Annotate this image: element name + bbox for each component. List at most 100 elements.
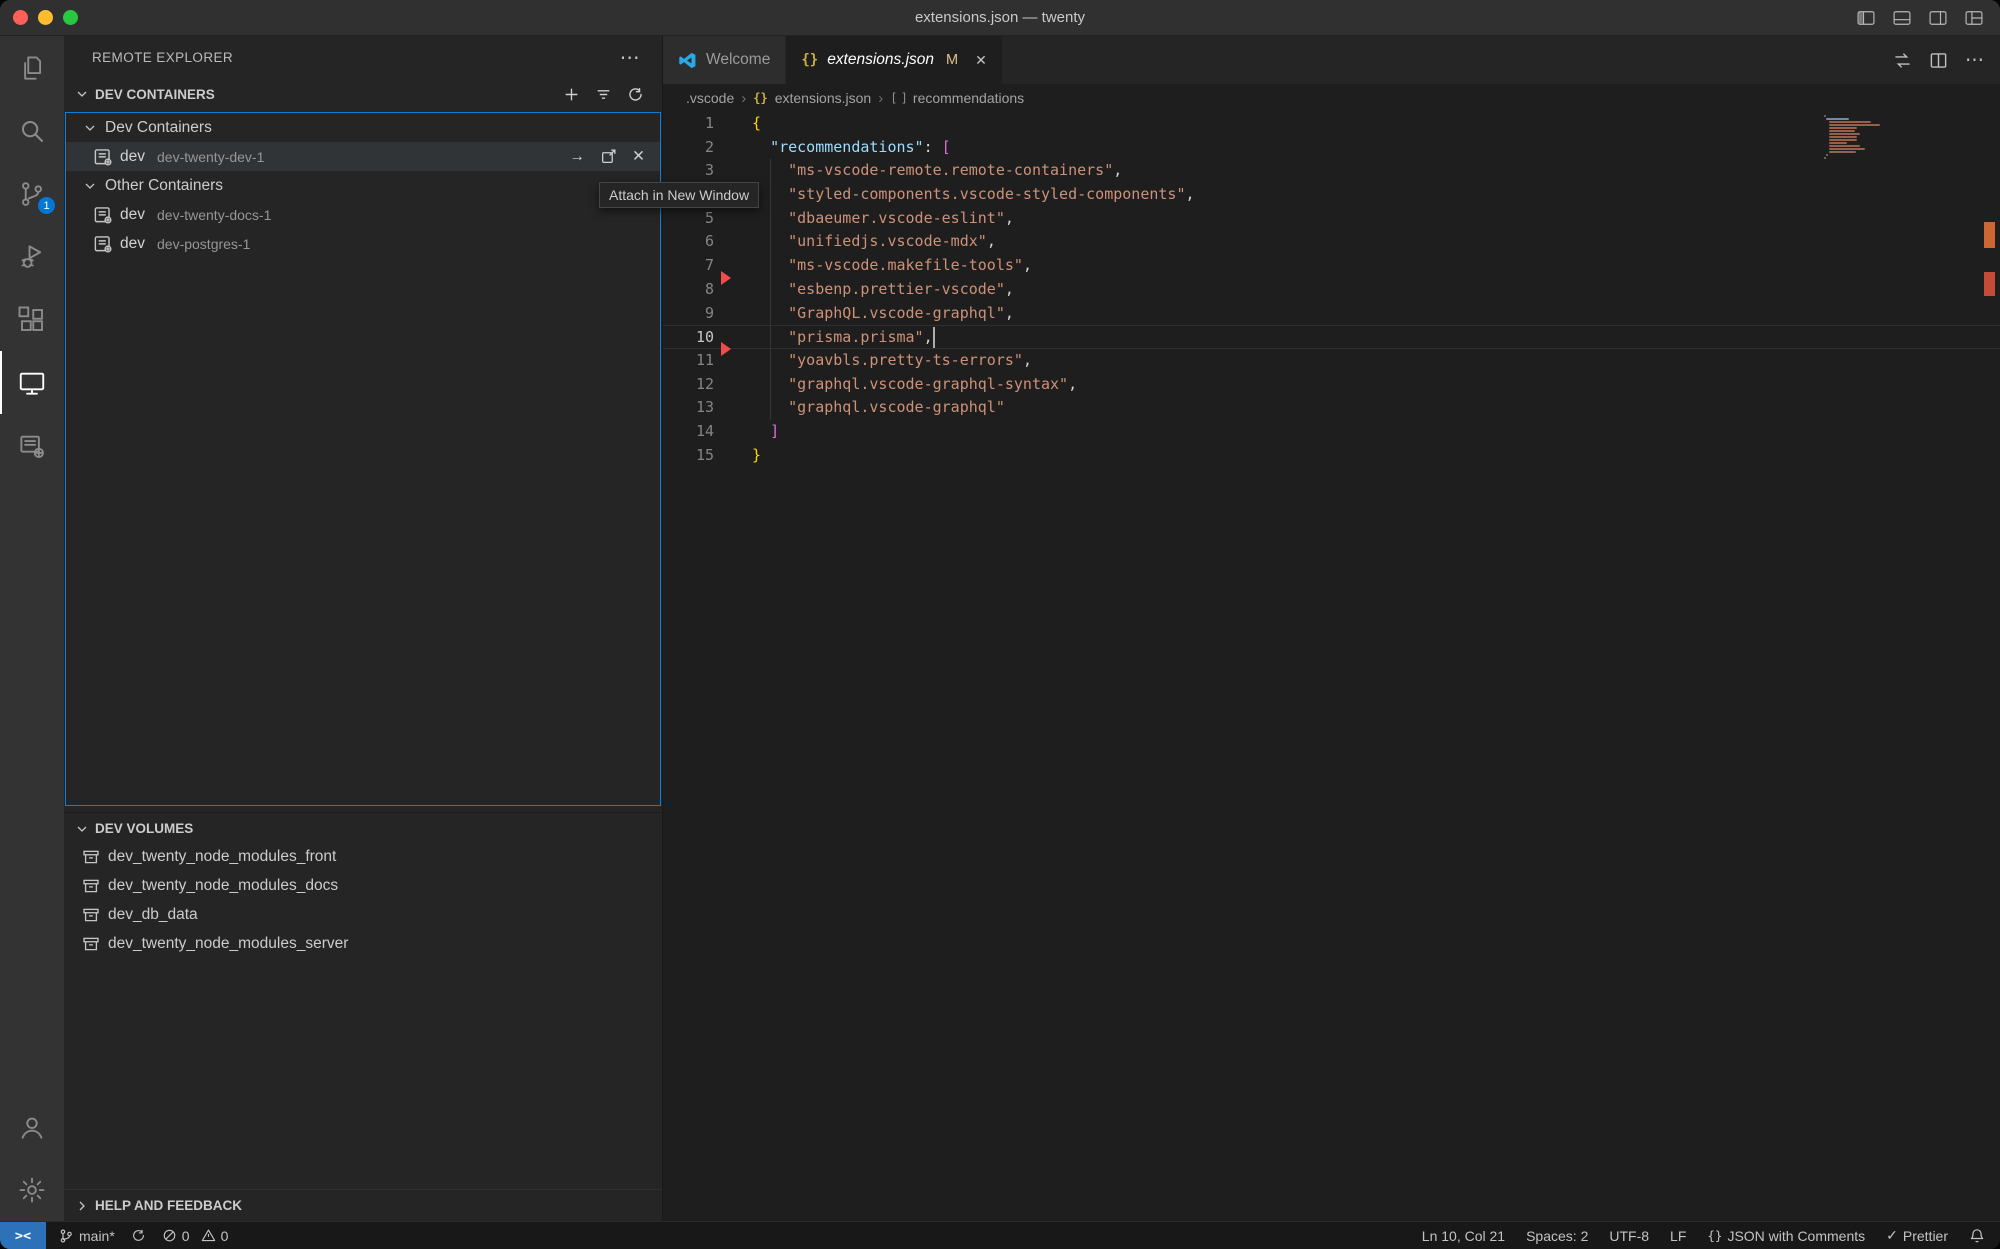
tab-extensions-json[interactable]: {} extensions.json M ✕ bbox=[786, 36, 1002, 84]
section-help-and-feedback[interactable]: HELP AND FEEDBACK bbox=[64, 1189, 662, 1221]
git-branch-item[interactable]: main* bbox=[58, 1228, 115, 1244]
breadcrumb-separator: › bbox=[878, 90, 883, 107]
code-line-1[interactable]: 1{ bbox=[663, 112, 2000, 136]
attach-new-window-icon[interactable] bbox=[600, 148, 617, 165]
volume-icon bbox=[82, 877, 100, 895]
section-actions bbox=[563, 86, 662, 103]
dev-volumes-list: dev_twenty_node_modules_front dev_twenty… bbox=[64, 842, 662, 958]
attach-current-window-icon[interactable]: → bbox=[570, 148, 586, 166]
open-changes-icon[interactable] bbox=[1893, 51, 1912, 70]
indentation-item[interactable]: Spaces: 2 bbox=[1526, 1228, 1588, 1244]
language-mode-item[interactable]: {} JSON with Comments bbox=[1707, 1228, 1865, 1244]
split-editor-icon[interactable] bbox=[1929, 51, 1948, 70]
account-icon[interactable] bbox=[0, 1095, 64, 1158]
breadcrumb-file[interactable]: extensions.json bbox=[775, 90, 872, 106]
volume-item[interactable]: dev_twenty_node_modules_docs bbox=[64, 871, 662, 900]
code-line-15[interactable]: 15} bbox=[663, 444, 2000, 468]
minimap-line bbox=[1829, 151, 1857, 153]
cursor-position[interactable]: Ln 10, Col 21 bbox=[1422, 1228, 1505, 1244]
status-bar: >< main* 0 0 Ln 10, Col 21 Spaces: 2 UTF… bbox=[0, 1221, 2000, 1249]
section-dev-containers[interactable]: DEV CONTAINERS bbox=[64, 78, 662, 110]
git-deleted-marker[interactable] bbox=[721, 271, 731, 285]
container-item-dev-twenty-dev-1[interactable]: dev dev-twenty-dev-1 → ✕ bbox=[66, 142, 660, 171]
search-icon[interactable] bbox=[0, 99, 64, 162]
status-left: main* 0 0 bbox=[58, 1228, 228, 1244]
volume-item[interactable]: dev_twenty_node_modules_server bbox=[64, 929, 662, 958]
code-line-7[interactable]: 7 "ms-vscode.makefile-tools", bbox=[663, 254, 2000, 278]
extensions-icon[interactable] bbox=[0, 288, 64, 351]
section-dev-containers-label: DEV CONTAINERS bbox=[95, 87, 215, 102]
breadcrumb-folder[interactable]: .vscode bbox=[686, 90, 734, 106]
encoding-item[interactable]: UTF-8 bbox=[1609, 1228, 1649, 1244]
line-number: 7 bbox=[663, 254, 714, 278]
volume-item[interactable]: dev_twenty_node_modules_front bbox=[64, 842, 662, 871]
minimap-line bbox=[1826, 118, 1849, 120]
json-file-icon: {} bbox=[801, 52, 818, 68]
settings-gear-icon[interactable] bbox=[0, 1158, 64, 1221]
refresh-icon[interactable] bbox=[627, 86, 644, 103]
run-debug-icon[interactable] bbox=[0, 225, 64, 288]
toggle-panel-icon[interactable] bbox=[1892, 8, 1912, 28]
more-actions-icon[interactable]: ⋯ bbox=[620, 45, 640, 70]
code-line-8[interactable]: 8 "esbenp.prettier-vscode", bbox=[663, 278, 2000, 302]
source-control-icon[interactable]: 1 bbox=[0, 162, 64, 225]
add-icon[interactable] bbox=[563, 86, 580, 103]
close-tab-icon[interactable]: ✕ bbox=[975, 52, 987, 69]
minimap-line bbox=[1829, 136, 1858, 138]
minimap-line bbox=[1829, 133, 1860, 135]
breadcrumb-symbol[interactable]: recommendations bbox=[913, 90, 1024, 106]
filter-icon[interactable] bbox=[595, 86, 612, 103]
line-number: 3 bbox=[663, 159, 714, 183]
code-line-14[interactable]: 14 ] bbox=[663, 420, 2000, 444]
minimap[interactable] bbox=[1824, 115, 1886, 160]
volume-item[interactable]: dev_db_data bbox=[64, 900, 662, 929]
code-line-9[interactable]: 9 "GraphQL.vscode-graphql", bbox=[663, 302, 2000, 326]
problems-item[interactable]: 0 0 bbox=[162, 1228, 229, 1244]
line-number: 10 bbox=[663, 326, 714, 348]
code-line-11[interactable]: 11 "yoavbls.pretty-ts-errors", bbox=[663, 349, 2000, 373]
eol-item[interactable]: LF bbox=[1670, 1228, 1686, 1244]
code-line-2[interactable]: 2 "recommendations": [ bbox=[663, 136, 2000, 160]
tree-group-other-containers[interactable]: Other Containers bbox=[66, 171, 660, 200]
chevron-right-icon bbox=[74, 1198, 90, 1214]
code-line-12[interactable]: 12 "graphql.vscode-graphql-syntax", bbox=[663, 373, 2000, 397]
notifications-bell-icon[interactable] bbox=[1969, 1228, 1985, 1244]
remove-container-icon[interactable]: ✕ bbox=[632, 147, 645, 166]
section-help-label: HELP AND FEEDBACK bbox=[95, 1198, 242, 1213]
sync-icon[interactable] bbox=[131, 1228, 146, 1243]
toggle-sidebar-icon[interactable] bbox=[1856, 8, 1876, 28]
code-line-10[interactable]: 10 "prisma.prisma", bbox=[663, 325, 2000, 349]
formatter-item[interactable]: ✓ Prettier bbox=[1886, 1227, 1948, 1244]
container-item-dev-twenty-docs-1[interactable]: dev dev-twenty-docs-1 bbox=[66, 200, 660, 229]
code-line-13[interactable]: 13 "graphql.vscode-graphql" bbox=[663, 396, 2000, 420]
container-icon bbox=[93, 234, 112, 253]
editor-actions: ⋯ bbox=[1893, 36, 1984, 84]
git-deleted-marker[interactable] bbox=[721, 342, 731, 356]
overview-ruler-mark bbox=[1984, 222, 1995, 248]
vscode-window: extensions.json — twenty bbox=[0, 0, 2000, 1249]
line-number: 5 bbox=[663, 207, 714, 231]
status-right: Ln 10, Col 21 Spaces: 2 UTF-8 LF {} JSON… bbox=[1422, 1227, 1985, 1244]
code-line-6[interactable]: 6 "unifiedjs.vscode-mdx", bbox=[663, 230, 2000, 254]
warnings-icon bbox=[201, 1228, 216, 1243]
customize-layout-icon[interactable] bbox=[1964, 8, 1984, 28]
explorer-icon[interactable] bbox=[0, 36, 64, 99]
indent-guide bbox=[770, 159, 771, 420]
tree-group-dev-containers[interactable]: Dev Containers bbox=[66, 113, 660, 142]
code-editor[interactable]: 1{2 "recommendations": [3 "ms-vscode-rem… bbox=[663, 112, 2000, 1221]
container-item-dev-postgres-1[interactable]: dev dev-postgres-1 bbox=[66, 229, 660, 258]
code-line-5[interactable]: 5 "dbaeumer.vscode-eslint", bbox=[663, 207, 2000, 231]
more-actions-icon[interactable]: ⋯ bbox=[1965, 49, 1984, 72]
minimap-line bbox=[1829, 139, 1858, 141]
code-line-3[interactable]: 3 "ms-vscode-remote.remote-containers", bbox=[663, 159, 2000, 183]
code-line-4[interactable]: 4 "styled-components.vscode-styled-compo… bbox=[663, 183, 2000, 207]
remote-explorer-icon[interactable] bbox=[0, 351, 64, 414]
containers-icon[interactable] bbox=[0, 414, 64, 477]
sidebar-remote-explorer: REMOTE EXPLORER ⋯ DEV CONTAINERS Dev Con… bbox=[64, 36, 663, 1221]
remote-indicator[interactable]: >< bbox=[0, 1222, 46, 1249]
toggle-secondary-sidebar-icon[interactable] bbox=[1928, 8, 1948, 28]
tab-welcome[interactable]: Welcome bbox=[663, 36, 786, 84]
container-description: dev-postgres-1 bbox=[157, 236, 250, 252]
section-dev-volumes[interactable]: DEV VOLUMES bbox=[64, 812, 662, 844]
container-name: dev bbox=[120, 148, 145, 166]
